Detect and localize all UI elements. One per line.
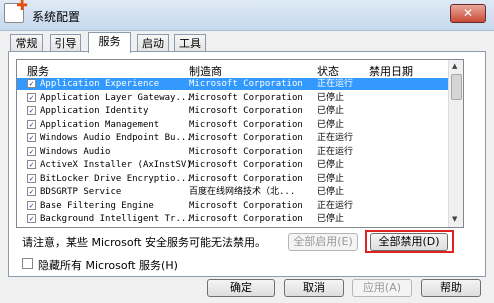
hide-ms-label: 隐藏所有 Microsoft 服务(H) bbox=[38, 259, 178, 272]
scroll-up-icon[interactable]: ▲ bbox=[452, 62, 457, 70]
cancel-button[interactable]: 取消 bbox=[284, 279, 344, 297]
list-header: 服务 制造商 状态 禁用日期 bbox=[17, 60, 449, 79]
service-manufacturer: Microsoft Corporation bbox=[189, 119, 303, 130]
service-checkbox[interactable]: ✓ bbox=[27, 173, 36, 183]
table-row[interactable]: ✓ ActiveX Installer (AxInstSV) Microsoft C… bbox=[17, 159, 449, 171]
enable-all-button[interactable]: 全部启用(E) bbox=[288, 233, 358, 251]
service-checkbox[interactable]: ✓ bbox=[27, 146, 36, 156]
service-manufacturer: Microsoft Corporation bbox=[189, 200, 303, 211]
app-icon: ✚ bbox=[4, 0, 28, 23]
tab-boot[interactable]: 引导 bbox=[50, 34, 81, 52]
service-name: Application Layer Gateway... bbox=[40, 92, 190, 103]
table-row[interactable]: ✓ Application Management Microsoft Corpora… bbox=[17, 119, 449, 131]
service-checkbox[interactable]: ✓ bbox=[27, 200, 36, 210]
header-disabled-date[interactable]: 禁用日期 bbox=[369, 63, 413, 79]
table-row[interactable]: ✓ Background Intelligent Tr... Microsoft C… bbox=[17, 213, 449, 225]
hide-ms-checkbox[interactable] bbox=[22, 258, 33, 269]
service-name: Windows Audio Endpoint Bu... bbox=[40, 133, 190, 143]
service-manufacturer: Microsoft Corporation bbox=[189, 106, 303, 116]
service-checkbox[interactable]: ✓ bbox=[27, 133, 36, 142]
service-name: Background Intelligent Tr... bbox=[40, 214, 190, 224]
header-status[interactable]: 状态 bbox=[317, 63, 339, 79]
service-name: Application Identity bbox=[40, 106, 149, 116]
table-row[interactable]: ✓ Windows Audio Endpoint Bu... Microsoft C… bbox=[17, 132, 449, 144]
service-status: 正在运行 bbox=[317, 200, 354, 211]
title-bar: ✚ 系统配置 ✕ bbox=[0, 0, 494, 31]
help-button[interactable]: 帮助 bbox=[421, 279, 481, 297]
service-status: 已停止 bbox=[317, 173, 345, 184]
tab-tools[interactable]: 工具 bbox=[174, 34, 206, 52]
table-row[interactable]: ✓ Windows Audio Microsoft Corporation 正在运行 bbox=[17, 146, 449, 158]
service-manufacturer: Microsoft Corporation bbox=[189, 173, 303, 184]
service-name: Application Management bbox=[40, 119, 160, 130]
service-name: Base Filtering Engine bbox=[40, 200, 154, 211]
service-checkbox[interactable]: ✓ bbox=[27, 187, 36, 196]
service-status: 已停止 bbox=[317, 119, 345, 130]
scroll-down-icon[interactable]: ▼ bbox=[452, 215, 457, 223]
scroll-thumb[interactable] bbox=[451, 74, 462, 100]
header-manufacturer[interactable]: 制造商 bbox=[189, 63, 222, 79]
table-row[interactable]: ✓ BDSGRTP Service 百度在线网络技术（北... 已停止 bbox=[17, 186, 449, 198]
service-name: Windows Audio bbox=[40, 146, 111, 157]
service-status: 正在运行 bbox=[317, 79, 354, 89]
header-service[interactable]: 服务 bbox=[27, 63, 49, 79]
service-name: BitLocker Drive Encryptio... bbox=[40, 173, 190, 184]
service-checkbox[interactable]: ✓ bbox=[27, 92, 36, 102]
table-row[interactable]: ✓ Application Identity Microsoft Corporati… bbox=[17, 105, 449, 117]
service-status: 已停止 bbox=[317, 187, 345, 197]
service-manufacturer: Microsoft Corporation bbox=[189, 160, 303, 170]
tab-services[interactable]: 服务 bbox=[88, 32, 131, 53]
security-note: 请注意，某些 Microsoft 安全服务可能无法禁用。 bbox=[22, 236, 267, 249]
service-status: 正在运行 bbox=[317, 133, 354, 143]
service-name: Application Experience bbox=[40, 79, 160, 89]
table-row[interactable]: ✓ BitLocker Drive Encryptio... Microsoft C… bbox=[17, 173, 449, 185]
table-row[interactable]: ✓ Base Filtering Engine Microsoft Corporat… bbox=[17, 200, 449, 212]
vertical-scrollbar[interactable]: ▲ ▼ bbox=[448, 60, 463, 227]
close-button[interactable]: ✕ bbox=[450, 4, 486, 23]
service-checkbox[interactable]: ✓ bbox=[27, 119, 36, 129]
table-row[interactable]: ✓ Application Layer Gateway... Microsoft C… bbox=[17, 92, 449, 104]
services-list[interactable]: 服务 制造商 状态 禁用日期 ✓ Application Experience Mi… bbox=[16, 59, 464, 228]
service-checkbox[interactable]: ✓ bbox=[27, 214, 36, 223]
tab-startup[interactable]: 启动 bbox=[137, 34, 169, 52]
highlight-box bbox=[365, 230, 454, 253]
table-row[interactable]: ✓ Application Experience Microsoft Corpora… bbox=[17, 78, 449, 90]
service-status: 已停止 bbox=[317, 106, 345, 116]
service-manufacturer: Microsoft Corporation bbox=[189, 92, 303, 103]
service-manufacturer: Microsoft Corporation bbox=[189, 214, 303, 224]
service-checkbox[interactable]: ✓ bbox=[27, 160, 36, 169]
service-manufacturer: 百度在线网络技术（北... bbox=[189, 187, 296, 197]
service-status: 已停止 bbox=[317, 214, 345, 224]
ok-button[interactable]: 确定 bbox=[207, 279, 275, 297]
service-checkbox[interactable]: ✓ bbox=[27, 79, 36, 88]
service-checkbox[interactable]: ✓ bbox=[27, 106, 36, 115]
service-status: 已停止 bbox=[317, 92, 345, 103]
window-title: 系统配置 bbox=[32, 10, 81, 24]
service-manufacturer: Microsoft Corporation bbox=[189, 146, 303, 157]
service-status: 正在运行 bbox=[317, 146, 354, 157]
tab-general[interactable]: 常规 bbox=[10, 34, 43, 52]
apply-button[interactable]: 应用(A) bbox=[352, 279, 412, 297]
service-status: 已停止 bbox=[317, 160, 345, 170]
service-name: BDSGRTP Service bbox=[40, 187, 122, 197]
service-manufacturer: Microsoft Corporation bbox=[189, 79, 303, 89]
service-name: ActiveX Installer (AxInstSV) bbox=[40, 160, 190, 170]
service-manufacturer: Microsoft Corporation bbox=[189, 133, 303, 143]
